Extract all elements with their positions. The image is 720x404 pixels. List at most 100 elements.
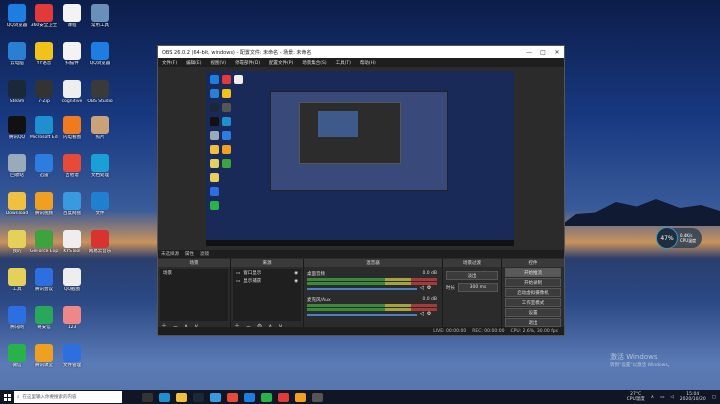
control-button[interactable]: 退出 (505, 318, 561, 327)
explorer-taskbar-icon[interactable] (176, 392, 187, 402)
close-button[interactable]: ✕ (550, 49, 564, 56)
menu-item[interactable]: 视图(V) (210, 60, 226, 66)
weather-widget[interactable]: 27°C CPU温度 (627, 392, 645, 403)
menu-item[interactable]: 帮助(H) (360, 60, 376, 66)
desktop-icon[interactable]: 百度网盘 (58, 192, 86, 217)
start-button[interactable] (0, 390, 14, 404)
source-toolbar-button[interactable]: 滤镜 (200, 251, 209, 257)
desktop-icon[interactable]: GeForce Experience (30, 230, 58, 255)
desktop-icon[interactable]: 文件 (86, 192, 114, 217)
app-icon (8, 268, 26, 286)
app-icon (91, 42, 109, 60)
app-taskbar-icon[interactable] (295, 392, 306, 402)
desktop-icon[interactable]: 吉他谱 (58, 154, 86, 179)
volume-slider[interactable] (307, 314, 417, 316)
desktop-icon[interactable]: 闪电看图 (58, 116, 86, 141)
duration-input[interactable]: 300 ms (458, 283, 498, 292)
transition-select[interactable]: 淡出 (446, 271, 498, 280)
desktop-icon[interactable]: cognitive (58, 80, 86, 105)
source-list[interactable]: ▭ 窗口显示 ◉ ▭ 显示捕获 ◉ (233, 269, 301, 321)
desktop-icon-label: 课程 (67, 23, 77, 28)
desktop-icon[interactable]: 微信 (3, 344, 31, 369)
desktop-icon[interactable]: 文件管理 (58, 344, 86, 369)
desktop-icon[interactable]: QQ浏览器 (86, 42, 114, 67)
control-button[interactable]: 工作室模式 (505, 298, 561, 307)
volume-slider[interactable] (307, 288, 417, 290)
control-button[interactable]: 开始录制 (505, 278, 561, 287)
desktop-icon[interactable]: YY语音 (30, 42, 58, 67)
network-widget[interactable]: 47% 0.4K/s CPU温度 (656, 227, 702, 249)
edge-taskbar-icon[interactable] (159, 392, 170, 402)
scene-item[interactable]: 场景 (160, 269, 228, 277)
taskbar-search[interactable]: ⌕ 在这里输入你要搜索的内容 (14, 391, 122, 403)
qq-browser-taskbar-icon[interactable] (244, 392, 255, 402)
obs-titlebar[interactable]: OBS 26.0.2 (64-bit, windows) - 配置文件: 未命名… (158, 46, 564, 58)
desktop-icon[interactable]: 7-Zip (30, 80, 58, 105)
desktop-icon[interactable]: 腾讯课堂 (30, 344, 58, 369)
desktop-icon[interactable]: 回收站 (3, 154, 31, 179)
visibility-icon[interactable]: ◉ (294, 271, 298, 276)
mixer-track: 麦克风/Aux 0.0 dB ◁ ⚙ (307, 297, 437, 317)
desktop-icon[interactable]: 课程 (58, 4, 86, 29)
desktop-icon[interactable]: QQ截图 (58, 268, 86, 293)
store-taskbar-icon[interactable] (210, 392, 221, 402)
obs-window[interactable]: OBS 26.0.2 (64-bit, windows) - 配置文件: 未命名… (157, 45, 565, 336)
desktop-icon[interactable]: 腾讯视频 (30, 192, 58, 217)
desktop-icon[interactable]: 腾讯网 (3, 306, 31, 331)
security-taskbar-icon[interactable] (278, 392, 289, 402)
desktop-icon[interactable]: 腾讯会议 (30, 268, 58, 293)
task-view-icon[interactable] (142, 392, 153, 402)
menu-item[interactable]: 工具(T) (336, 60, 351, 66)
obs-taskbar-icon[interactable] (312, 392, 323, 402)
desktop-icon[interactable]: 云电脑 (3, 42, 31, 67)
control-button[interactable]: 开始推流 (505, 268, 561, 277)
visibility-icon[interactable]: ◉ (294, 279, 298, 284)
speaker-icon[interactable]: ◁ (420, 285, 424, 291)
speaker-icon[interactable]: ◁ (420, 311, 424, 317)
desktop-icon[interactable]: Steam (3, 80, 31, 105)
desktop-icon[interactable]: Download (3, 192, 31, 217)
control-button[interactable]: 启动虚拟摄像机 (505, 288, 561, 297)
menu-item[interactable]: 场景集合(S) (302, 60, 326, 66)
app-taskbar-icon[interactable] (227, 392, 238, 402)
steam-taskbar-icon[interactable] (193, 392, 204, 402)
desktop-icon[interactable]: 奇安信 (30, 306, 58, 331)
wechat-taskbar-icon[interactable] (261, 392, 272, 402)
chevron-up-icon[interactable]: ∧ (651, 395, 654, 400)
preview-canvas[interactable] (206, 71, 514, 246)
desktop-icon[interactable]: 工具 (3, 268, 31, 293)
desktop-icon[interactable]: Microsoft Edge (30, 116, 58, 141)
desktop-icon[interactable]: 360安全卫士 (30, 4, 58, 29)
network-icon[interactable]: ▭ (660, 395, 664, 400)
desktop-icon[interactable]: 文档处理 (86, 154, 114, 179)
menu-item[interactable]: 文件(F) (162, 60, 177, 66)
desktop-icon[interactable]: OBS Studio (86, 80, 114, 105)
menu-item[interactable]: 配置文件(P) (269, 60, 293, 66)
desktop-icon[interactable]: 扫描件 (58, 42, 86, 67)
menu-item[interactable]: 编辑(E) (186, 60, 201, 66)
control-button[interactable]: 设置 (505, 308, 561, 317)
scene-list[interactable]: 场景 (160, 269, 228, 321)
gear-icon[interactable]: ⚙ (427, 311, 431, 317)
gear-icon[interactable]: ⚙ (427, 285, 431, 291)
desktop-icon[interactable]: 123 (58, 306, 86, 331)
desktop-icon[interactable]: KYSTool (58, 230, 86, 255)
desktop-icon[interactable]: 腾讯QQ (3, 116, 31, 141)
menu-item[interactable]: 停靠部件(D) (235, 60, 260, 66)
desktop-icon[interactable]: 我的 (3, 230, 31, 255)
desktop-icon-label: KYSTool (63, 249, 81, 254)
desktop-icon[interactable]: 常用工具 (86, 4, 114, 29)
notification-icon[interactable]: ▢ (712, 395, 716, 400)
clock[interactable]: 15:04 2020/10/20 (680, 392, 706, 403)
source-toolbar-button[interactable]: 属性 (185, 251, 194, 257)
maximize-button[interactable]: □ (536, 49, 550, 56)
volume-icon[interactable]: ◁ (670, 395, 673, 400)
desktop-icon[interactable]: QQ浏览器 (3, 4, 31, 29)
desktop-icon-label: 迅雷 (39, 173, 49, 178)
desktop-icon[interactable]: 迅雷 (30, 154, 58, 179)
desktop-icon[interactable]: 网易云音乐 (86, 230, 114, 255)
source-item[interactable]: ▭ 显示捕获 ◉ (233, 277, 301, 285)
minimize-button[interactable]: — (522, 49, 536, 56)
desktop-icon[interactable]: 照片 (86, 116, 114, 141)
source-item[interactable]: ▭ 窗口显示 ◉ (233, 269, 301, 277)
